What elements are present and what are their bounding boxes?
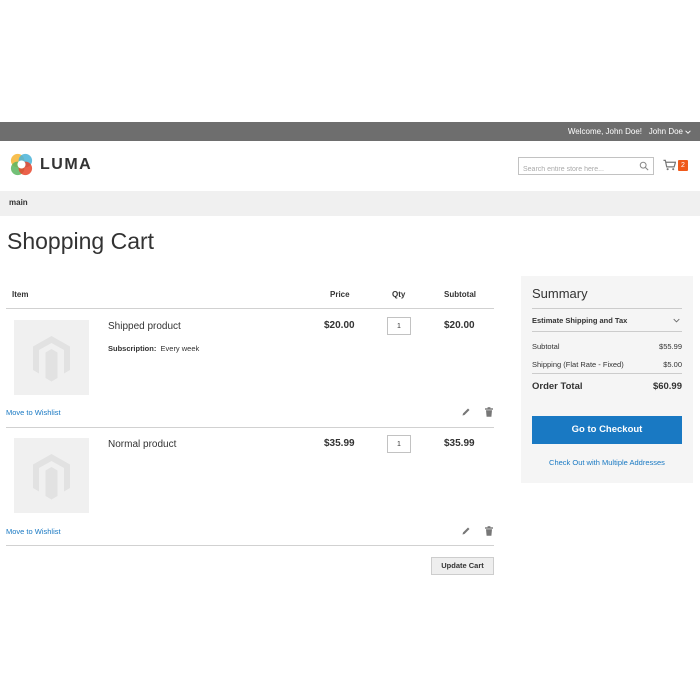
cart-icon [663,159,676,171]
product-name[interactable]: Shipped product [108,321,181,332]
subtotal-value: $55.99 [659,342,682,351]
item-price: $35.99 [324,438,355,449]
store-logo[interactable]: LUMA [9,152,92,177]
nav-item-main[interactable]: main [9,198,28,207]
chevron-down-icon [685,129,691,134]
update-cart-button[interactable]: Update Cart [431,557,494,575]
divider [6,427,494,428]
divider [532,373,682,374]
search-input[interactable] [519,161,637,178]
header: LUMA 2 [0,141,700,191]
col-header-item: Item [12,290,29,299]
qty-input[interactable] [387,317,411,335]
product-placeholder-icon [33,454,70,500]
order-summary: Summary Estimate Shipping and Tax Subtot… [521,276,693,483]
edit-icon[interactable] [461,526,471,536]
qty-input[interactable] [387,435,411,453]
cart-count-badge: 2 [678,159,688,171]
chevron-down-icon [673,318,680,323]
trash-icon[interactable] [484,407,494,417]
divider [6,308,494,309]
divider [532,308,682,309]
edit-icon[interactable] [461,407,471,417]
col-header-subtotal: Subtotal [444,290,476,299]
order-total-label: Order Total [532,381,583,392]
checkout-button[interactable]: Go to Checkout [532,416,682,444]
shipping-value: $5.00 [663,360,682,369]
minicart[interactable]: 2 [663,159,688,171]
product-image[interactable] [14,438,89,513]
col-header-qty: Qty [392,290,406,299]
nav-bar: main [0,191,700,216]
welcome-message: Welcome, John Doe! [567,127,642,136]
shipping-label: Shipping (Flat Rate - Fixed) [532,360,624,369]
divider [532,331,682,332]
order-total-value: $60.99 [652,381,682,392]
item-price: $20.00 [324,320,355,331]
search-box [518,157,654,178]
top-bar: Welcome, John Doe! John Doe [0,122,700,141]
move-to-wishlist-link[interactable]: Move to Wishlist [6,408,61,417]
estimate-shipping-label: Estimate Shipping and Tax [532,316,628,325]
customer-menu[interactable]: John Doe [649,125,691,138]
item-subtotal: $20.00 [444,320,475,331]
luma-logo-icon [10,153,33,176]
logo-text: LUMA [40,155,93,173]
option-value: Every week [160,344,200,353]
subtotal-label: Subtotal [532,342,560,351]
item-subtotal: $35.99 [444,438,475,449]
estimate-shipping-toggle[interactable]: Estimate Shipping and Tax [532,316,682,325]
multiple-addresses-link[interactable]: Check Out with Multiple Addresses [532,458,682,467]
move-to-wishlist-link[interactable]: Move to Wishlist [6,527,61,536]
option-label: Subscription: [108,344,157,353]
search-icon[interactable] [639,161,649,171]
page-title: Shopping Cart [7,228,155,254]
customer-name: John Doe [648,127,683,136]
summary-title: Summary [532,286,588,301]
product-image[interactable] [14,320,89,395]
product-placeholder-icon [33,336,70,382]
product-name[interactable]: Normal product [108,439,176,450]
trash-icon[interactable] [484,526,494,536]
divider [6,545,494,546]
product-option: Subscription: Every week [108,344,199,353]
col-header-price: Price [330,290,350,299]
